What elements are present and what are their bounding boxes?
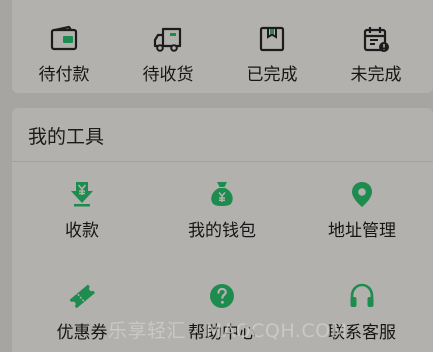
divider — [12, 161, 433, 162]
order-pending-receipt[interactable]: 待收货 — [116, 24, 220, 85]
tool-receive-payment-label: 收款 — [65, 221, 99, 241]
tool-address-management[interactable]: 地址管理 — [292, 180, 432, 241]
tool-my-wallet-label: 我的钱包 — [188, 221, 256, 241]
order-completed[interactable]: 已完成 — [220, 24, 324, 85]
order-uncompleted-label: 未完成 — [350, 65, 402, 85]
order-status-card: 待付款 待收货 已完成 未完成 — [12, 0, 433, 93]
money-bag-icon — [211, 182, 233, 206]
tool-receive-payment[interactable]: 收款 — [12, 180, 152, 241]
help-icon — [210, 284, 234, 308]
section-title: 我的工具 — [28, 126, 105, 148]
watermark: 乐享轻汇 · MAOCQH.COM — [108, 320, 348, 342]
order-pending-payment[interactable]: 待付款 — [12, 24, 116, 85]
coupon-icon — [69, 284, 96, 309]
order-pending-payment-label: 待付款 — [38, 65, 90, 85]
box-icon — [259, 26, 285, 52]
order-completed-label: 已完成 — [246, 65, 298, 85]
order-pending-receipt-label: 待收货 — [142, 65, 194, 85]
location-pin-icon — [352, 182, 372, 207]
order-uncompleted[interactable]: 未完成 — [324, 24, 428, 85]
tool-address-management-label: 地址管理 — [328, 221, 396, 241]
headset-icon — [350, 283, 374, 307]
tool-my-wallet[interactable]: 我的钱包 — [152, 180, 292, 241]
wallet-icon — [50, 25, 78, 51]
truck-icon — [153, 27, 182, 52]
yuan-download-icon — [71, 182, 93, 207]
calendar-alert-icon — [363, 27, 389, 52]
